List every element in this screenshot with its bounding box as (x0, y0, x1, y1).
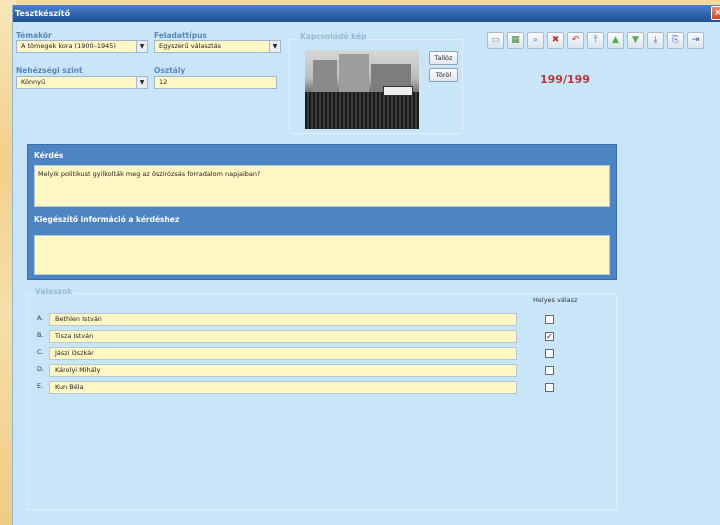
chevron-down-icon[interactable]: ▼ (136, 41, 147, 52)
answer-field[interactable]: Károlyi Mihály (49, 364, 517, 377)
difficulty-label: Nehézségi szint (16, 66, 83, 75)
down-icon[interactable]: ▼ (627, 32, 644, 49)
main-window: Tesztkészítő × Témakör A tömegek kora (1… (12, 5, 720, 525)
question-heading: Kérdés (34, 151, 64, 160)
window-title: Tesztkészítő (15, 9, 71, 18)
chevron-down-icon[interactable]: ▼ (269, 41, 280, 52)
new-icon[interactable]: ▭ (487, 32, 504, 49)
browse-button[interactable]: Tallóz (429, 51, 458, 65)
extra-info-heading: Kiegészítő információ a kérdéshez (34, 215, 180, 224)
answer-field[interactable]: Bethlen István (49, 313, 517, 326)
first-icon[interactable]: ⤒ (587, 32, 604, 49)
correct-checkbox[interactable] (545, 383, 554, 392)
answer-field[interactable]: Tisza István (49, 330, 517, 343)
delete-icon[interactable]: ✖ (547, 32, 564, 49)
task-type-select[interactable]: Egyszerű választás ▼ (154, 40, 281, 53)
search-icon[interactable]: ⌕ (527, 32, 544, 49)
correct-checkbox[interactable] (545, 366, 554, 375)
task-type-label: Feladattípus (154, 31, 207, 40)
topic-select[interactable]: A tömegek kora (1900–1945) ▼ (16, 40, 148, 53)
answer-letter: A. (37, 314, 44, 322)
answer-letter: C. (37, 348, 44, 356)
question-counter: 199/199 (540, 73, 590, 86)
title-bar: Tesztkészítő × (13, 5, 720, 22)
close-button[interactable]: × (711, 6, 720, 20)
task-type-value: Egyszerű választás (159, 42, 222, 50)
correct-checkbox[interactable] (545, 315, 554, 324)
grade-input[interactable]: 12 (154, 76, 277, 89)
last-icon[interactable]: ⤓ (647, 32, 664, 49)
answer-letter: D. (37, 365, 45, 373)
correct-checkbox[interactable] (545, 349, 554, 358)
extra-info-textarea[interactable] (34, 235, 610, 275)
exit-icon[interactable]: ⇥ (687, 32, 704, 49)
up-icon[interactable]: ▲ (607, 32, 624, 49)
answer-field[interactable]: Kun Béla (49, 381, 517, 394)
difficulty-value: Könnyű (21, 78, 46, 86)
answer-letter: B. (37, 331, 44, 339)
correct-answer-header: Helyes válasz (533, 296, 578, 304)
correct-checkbox[interactable]: ✓ (545, 332, 554, 341)
related-photo (305, 50, 419, 129)
topic-label: Témakör (16, 31, 52, 40)
answer-field[interactable]: Jászi Oszkár (49, 347, 517, 360)
export-icon[interactable]: ⎘ (667, 32, 684, 49)
grade-label: Osztály (154, 66, 186, 75)
chevron-down-icon[interactable]: ▼ (136, 77, 147, 88)
delete-image-button[interactable]: Töröl (429, 68, 458, 82)
question-panel: Kérdés Melyik politikust gyilkolták meg … (27, 144, 617, 280)
answer-letter: E. (37, 382, 44, 390)
difficulty-select[interactable]: Könnyű ▼ (16, 76, 148, 89)
save-icon[interactable]: ▦ (507, 32, 524, 49)
undo-icon[interactable]: ↶ (567, 32, 584, 49)
answers-legend: Válaszok (33, 287, 75, 296)
image-group-legend: Kapcsolódó kép (298, 32, 369, 41)
question-textarea[interactable]: Melyik politikust gyilkolták meg az őszi… (34, 165, 610, 207)
topic-value: A tömegek kora (1900–1945) (21, 42, 116, 50)
